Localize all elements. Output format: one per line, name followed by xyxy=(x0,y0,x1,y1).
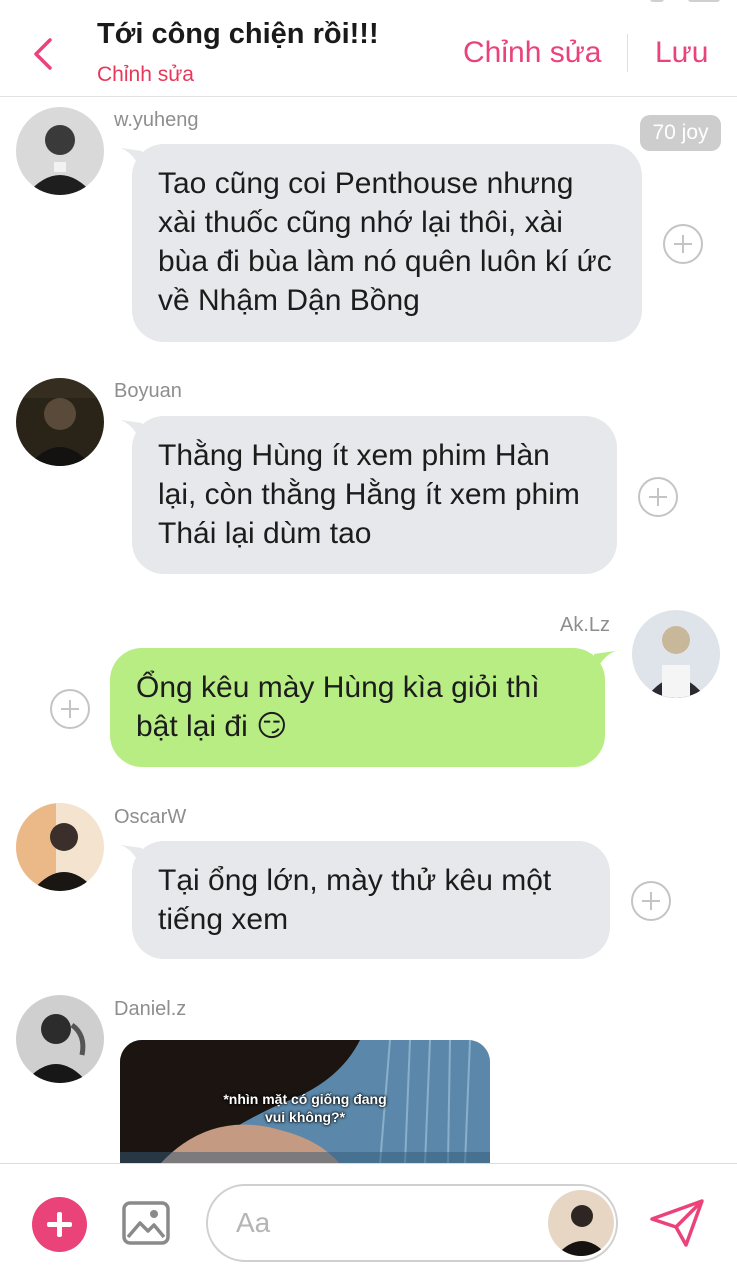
chevron-left-icon xyxy=(34,38,52,70)
sender-name: Daniel.z xyxy=(114,998,187,1020)
chat-title: Tới công chiện rồi!!! xyxy=(97,18,379,50)
message-input[interactable] xyxy=(236,1204,536,1242)
back-button[interactable] xyxy=(28,34,58,74)
send-icon xyxy=(650,1199,704,1247)
sender-name: Boyuan xyxy=(114,380,182,402)
avatar[interactable] xyxy=(16,107,104,195)
edit-button[interactable]: Chỉnh sửa xyxy=(463,36,602,70)
image-icon xyxy=(122,1201,170,1245)
plus-icon[interactable] xyxy=(32,1197,87,1252)
image-caption-line: *nhìn mặt có giống đang xyxy=(223,1091,387,1107)
avatar[interactable] xyxy=(16,995,104,1083)
add-reaction-button[interactable] xyxy=(50,689,90,729)
persona-avatar[interactable] xyxy=(548,1190,614,1256)
status-bar-remnant xyxy=(650,0,664,2)
add-reaction-button[interactable] xyxy=(631,881,671,921)
add-reaction-button[interactable] xyxy=(663,224,703,264)
save-button[interactable]: Lưu xyxy=(655,36,708,70)
header-divider xyxy=(627,34,628,72)
message-bubble[interactable]: Tao cũng coi Penthouse nhưng xài thuốc c… xyxy=(132,144,642,342)
gallery-button[interactable] xyxy=(120,1197,172,1249)
message-input-wrapper xyxy=(206,1184,618,1262)
add-reaction-button[interactable] xyxy=(638,477,678,517)
sender-name: OscarW xyxy=(114,806,187,828)
image-message[interactable]: *nhìn mặt có giống đang vui không?* xyxy=(120,1040,490,1164)
status-bar-remnant xyxy=(688,0,720,2)
avatar[interactable] xyxy=(16,378,104,466)
message-bubble[interactable]: Ổng kêu mày Hùng kìa giỏi thì bật lại đi… xyxy=(110,648,605,767)
chat-subtitle-edit[interactable]: Chỉnh sửa xyxy=(97,63,194,87)
message-composer xyxy=(0,1163,737,1280)
send-button[interactable] xyxy=(648,1197,706,1249)
joy-badge: 70 joy xyxy=(640,115,721,151)
chat-header: Tới công chiện rồi!!! Chỉnh sửa Chỉnh sử… xyxy=(0,0,737,97)
sender-name: Ak.Lz xyxy=(560,614,611,636)
image-caption-line: vui không?* xyxy=(264,1109,346,1125)
message-bubble[interactable]: Tại ổng lớn, mày thử kêu một tiếng xem xyxy=(132,841,610,959)
message-bubble[interactable]: Thằng Hùng ít xem phim Hàn lại, còn thằn… xyxy=(132,416,617,574)
sender-name: w.yuheng xyxy=(114,109,199,131)
avatar[interactable] xyxy=(632,610,720,698)
avatar[interactable] xyxy=(16,803,104,891)
